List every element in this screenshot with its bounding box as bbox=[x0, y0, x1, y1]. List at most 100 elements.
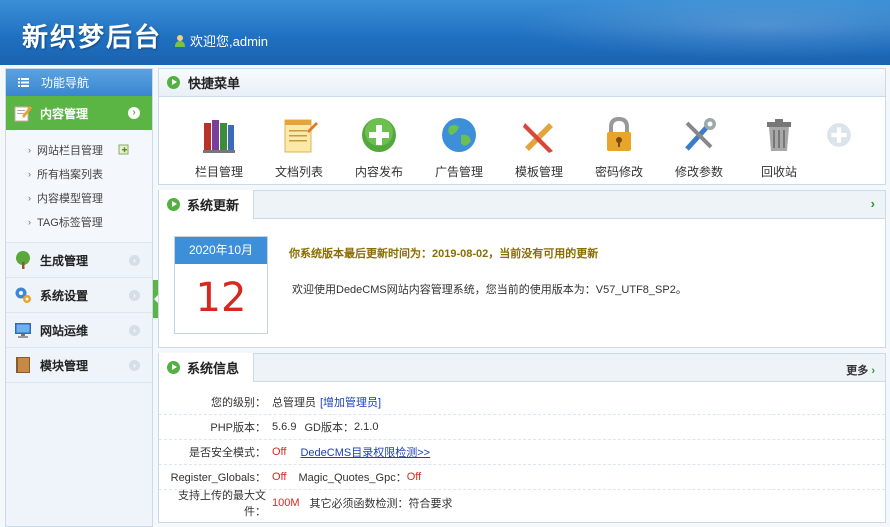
sidebar-item-models[interactable]: › 内容模型管理 bbox=[6, 186, 152, 210]
bullet-icon: › bbox=[28, 169, 31, 179]
menu-ops[interactable]: 网站运维 › bbox=[6, 313, 152, 348]
menu-modules[interactable]: 模块管理 › bbox=[6, 348, 152, 383]
info-value: 总管理员 bbox=[272, 397, 316, 409]
info-key: Magic_Quotes_Gpc： bbox=[298, 472, 407, 484]
quick-item-columns[interactable]: 栏目管理 bbox=[179, 115, 259, 180]
info-value: Off bbox=[406, 471, 422, 483]
add-icon[interactable] bbox=[118, 144, 130, 155]
quick-item-label: 密码修改 bbox=[594, 165, 643, 179]
menu-content-management[interactable]: 内容管理 › bbox=[6, 96, 152, 130]
menu-label: 生成管理 bbox=[40, 253, 89, 268]
sub-item-label: 网站栏目管理 bbox=[37, 145, 103, 157]
top-header: 新织梦后台 欢迎您,admin bbox=[0, 0, 890, 65]
nav-title: 功能导航 bbox=[6, 69, 152, 96]
quick-menu-items: 栏目管理 文档列表 内容发布 广告管理 模板管理 密码修改 修改参数 回收站 bbox=[159, 97, 885, 180]
quick-item-label: 模板管理 bbox=[514, 165, 563, 179]
info-value: Off bbox=[272, 446, 287, 458]
more-link[interactable]: 更多 › bbox=[846, 362, 875, 378]
app-title: 新织梦后台 bbox=[22, 23, 163, 53]
info-key: 您的级别： bbox=[211, 397, 266, 409]
sub-item-label: 所有档案列表 bbox=[37, 169, 103, 181]
bullet-icon: › bbox=[28, 217, 31, 227]
sidebar-item-tags[interactable]: › TAG标签管理 bbox=[6, 210, 152, 234]
quick-item-params[interactable]: 修改参数 bbox=[659, 115, 739, 180]
info-key: 支持上传的最大文件： bbox=[178, 489, 266, 518]
chevron-right-icon[interactable]: › bbox=[871, 196, 875, 211]
quick-item-label: 回收站 bbox=[760, 165, 797, 179]
add-admin-link[interactable]: [增加管理员] bbox=[320, 394, 381, 410]
info-key: Register_Globals： bbox=[170, 472, 266, 484]
gears-icon bbox=[15, 287, 31, 303]
quick-item-label: 修改参数 bbox=[674, 165, 723, 179]
info-value: 符合要求 bbox=[408, 497, 453, 510]
quick-item-add[interactable] bbox=[819, 115, 859, 180]
menu-label: 内容管理 bbox=[40, 106, 89, 121]
quick-item-label: 内容发布 bbox=[354, 165, 403, 179]
info-key: PHP版本： bbox=[210, 422, 266, 434]
system-update-header: 系统更新 › bbox=[159, 190, 885, 219]
permission-check-link[interactable]: DedeCMS目录权限检测>> bbox=[300, 444, 430, 460]
calendar-widget: 2020年10月 12 bbox=[174, 236, 268, 334]
sub-item-label: TAG标签管理 bbox=[37, 217, 103, 229]
menu-label: 模块管理 bbox=[40, 358, 89, 373]
quick-item-doc-list[interactable]: 文档列表 bbox=[259, 115, 339, 180]
lock-icon bbox=[607, 116, 631, 151]
quick-item-publish[interactable]: 内容发布 bbox=[339, 115, 419, 180]
system-update-panel: 系统更新 › 2020年10月 12 你系统版本最后更新时间为：2019-08-… bbox=[158, 190, 886, 348]
calendar-month: 2020年10月 bbox=[175, 237, 267, 264]
book-icon bbox=[16, 357, 30, 373]
panel-title: 系统信息 bbox=[187, 361, 240, 376]
more-label: 更多 bbox=[846, 365, 869, 377]
info-row-upload: 支持上传的最大文件： 100M 其它必须函数检测： 符合要求 bbox=[159, 490, 885, 518]
menu-label: 网站运维 bbox=[40, 323, 89, 338]
sidebar-item-channel[interactable]: › 网站栏目管理 bbox=[6, 138, 152, 162]
tree-icon bbox=[16, 251, 30, 269]
quick-item-templates[interactable]: 模板管理 bbox=[499, 115, 579, 180]
tab-system-update[interactable]: 系统更新 bbox=[159, 190, 255, 219]
quick-item-password[interactable]: 密码修改 bbox=[579, 115, 659, 180]
nav-title-label: 功能导航 bbox=[41, 76, 90, 90]
play-icon bbox=[167, 361, 180, 374]
chevron-right-icon: › bbox=[129, 360, 140, 371]
info-row-php: PHP版本： 5.6.9 GD版本： 2.1.0 bbox=[159, 415, 885, 440]
chevron-right-icon: › bbox=[129, 255, 140, 266]
sub-item-label: 内容模型管理 bbox=[37, 193, 103, 205]
trash-icon bbox=[767, 119, 791, 151]
quick-item-label: 广告管理 bbox=[434, 165, 483, 179]
pencil-ruler-icon bbox=[523, 123, 553, 153]
sidebar-item-archives[interactable]: › 所有档案列表 bbox=[6, 162, 152, 186]
quick-item-recycle[interactable]: 回收站 bbox=[739, 115, 819, 180]
quick-item-ads[interactable]: 广告管理 bbox=[419, 115, 499, 180]
bullet-icon: › bbox=[28, 193, 31, 203]
menu-generate[interactable]: 生成管理 › bbox=[6, 243, 152, 278]
tab-system-info[interactable]: 系统信息 bbox=[159, 353, 255, 382]
tools-icon bbox=[685, 118, 716, 151]
add-circle-icon bbox=[362, 118, 396, 152]
system-info-header: 系统信息 更多 › bbox=[159, 353, 885, 382]
info-value: Off bbox=[272, 471, 287, 483]
info-value: 100M bbox=[272, 496, 300, 509]
menu-settings[interactable]: 系统设置 › bbox=[6, 278, 152, 313]
submenu: › 网站栏目管理 › 所有档案列表 › 内容模型管理 › TAG标签管理 bbox=[6, 130, 152, 243]
update-status: 你系统版本最后更新时间为：2019-08-02，当前没有可用的更新 bbox=[289, 248, 599, 260]
info-key: GD版本： bbox=[304, 422, 354, 434]
menu-label: 系统设置 bbox=[40, 288, 89, 303]
bullet-icon: › bbox=[28, 145, 31, 155]
monitor-icon bbox=[15, 323, 31, 338]
info-key: 是否安全模式： bbox=[189, 447, 266, 459]
quick-menu-panel: 快捷菜单 栏目管理 文档列表 内容发布 广告管理 模板管理 密码修改 修改参数 … bbox=[158, 68, 886, 185]
globe-icon bbox=[442, 118, 476, 152]
panel-title: 系统更新 bbox=[187, 198, 240, 213]
chevron-right-icon: › bbox=[129, 290, 140, 301]
welcome-label: 欢迎您,admin bbox=[190, 34, 269, 49]
welcome-text: 欢迎您,admin bbox=[174, 31, 268, 50]
info-value: 5.6.9 bbox=[272, 421, 297, 433]
play-icon bbox=[167, 198, 180, 211]
version-info: 欢迎使用DedeCMS网站内容管理系统，您当前的使用版本为：V57_UTF8_S… bbox=[292, 284, 687, 296]
sidebar: 功能导航 内容管理 › › 网站栏目管理 › 所有档案列表 › 内容模型管理 ›… bbox=[5, 68, 153, 527]
quick-menu-header: 快捷菜单 bbox=[159, 69, 885, 97]
notepad-icon bbox=[284, 119, 318, 153]
chevron-right-icon: › bbox=[868, 365, 875, 377]
quick-item-label: 栏目管理 bbox=[194, 165, 243, 179]
chevron-right-icon: › bbox=[129, 325, 140, 336]
